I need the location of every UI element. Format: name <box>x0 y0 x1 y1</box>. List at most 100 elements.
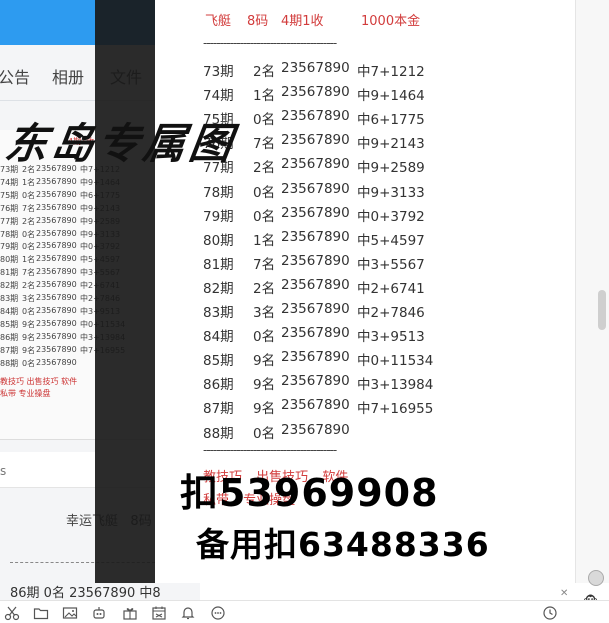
dark-overlay <box>95 0 155 583</box>
record-period: 85期 <box>203 353 234 370</box>
record-rank: 2名 <box>253 280 276 297</box>
record-nums: 23567890 <box>281 84 350 101</box>
record-rank: 0名 <box>253 329 276 346</box>
record-result: 中2+6741 <box>357 280 425 297</box>
mini-record-rank: 0名 <box>22 229 36 239</box>
mini-record-period: 87期 <box>0 345 19 355</box>
record-period: 79期 <box>203 208 234 225</box>
record-result: 中0+3792 <box>357 208 425 225</box>
record-nums: 23567890 <box>281 180 350 197</box>
mini-record-nums: 23567890 <box>36 280 77 290</box>
calendar-icon[interactable] <box>151 605 167 621</box>
mini-record-nums: 23567890 <box>36 305 77 315</box>
record-rank: 7名 <box>253 256 276 273</box>
record-rank: 0名 <box>253 112 276 129</box>
record-result: 中9+2143 <box>357 136 425 153</box>
record-nums: 23567890 <box>281 276 350 293</box>
record-nums: 23567890 <box>281 373 350 390</box>
record-result: 中9+3133 <box>357 184 425 201</box>
record-period: 87期 <box>203 401 234 418</box>
close-icon[interactable]: ✕ <box>560 588 568 599</box>
record-rank: 7名 <box>253 136 276 153</box>
chat-toolbar <box>0 600 609 623</box>
record-nums: 23567890 <box>281 156 350 173</box>
header-codes: 8码 <box>247 14 269 29</box>
mini-record-period: 88期 <box>0 358 19 368</box>
header-divider: ---------------------------------------- <box>203 36 337 50</box>
mini-record-nums: 23567890 <box>36 215 77 225</box>
mini-record-rank: 9名 <box>22 345 36 355</box>
mini-record-rank: 2名 <box>22 281 36 291</box>
mini-record-nums: 23567890 <box>36 202 77 212</box>
mini-record-period: 77期 <box>0 216 19 226</box>
record-rank: 9名 <box>253 401 276 418</box>
record-result: 中3+5567 <box>357 256 425 273</box>
image-icon[interactable] <box>62 605 78 621</box>
mini-record-nums: 23567890 <box>36 176 77 186</box>
mini-record-nums: 23567890 <box>36 344 77 354</box>
avatar[interactable] <box>588 570 604 586</box>
record-result: 中6+1775 <box>357 112 425 129</box>
record-result: 中0+11534 <box>357 353 434 370</box>
record-result: 中3+13984 <box>357 377 434 394</box>
mini-record-period: 82期 <box>0 281 19 291</box>
header-plan: 4期1收 <box>281 14 324 29</box>
edge-marker: s <box>0 464 7 478</box>
mini-footer-links-2: 私带 专业操盘 <box>0 389 51 398</box>
record-nums: 23567890 <box>281 325 350 342</box>
record-nums: 23567890 <box>281 397 350 414</box>
mini-record-rank: 0名 <box>22 358 36 368</box>
mini-record-period: 83期 <box>0 294 19 303</box>
gift-icon[interactable] <box>122 605 138 621</box>
record-period: 86期 <box>203 377 234 394</box>
watermark-contact-backup: 备用扣63488336 <box>196 525 490 564</box>
record-rank: 1名 <box>253 88 276 105</box>
record-result: 中7+16955 <box>357 401 434 418</box>
scissors-icon[interactable] <box>4 605 20 621</box>
record-nums: 23567890 <box>281 252 350 269</box>
mini-record-nums: 23567890 <box>36 318 77 328</box>
header-game: 飞艇 <box>205 14 232 29</box>
record-rank: 9名 <box>253 353 276 370</box>
robot-icon[interactable] <box>91 605 107 621</box>
mini-record-rank: 1名 <box>22 255 36 265</box>
mini-record-nums: 23567890 <box>36 293 77 302</box>
mini-record-rank: 0名 <box>22 242 36 252</box>
mini-record-rank: 0名 <box>22 190 36 200</box>
record-period: 82期 <box>203 280 234 297</box>
record-result: 中9+1464 <box>357 88 425 105</box>
scrollbar-thumb[interactable] <box>598 290 606 330</box>
record-nums: 23567890 <box>281 132 350 149</box>
record-period: 84期 <box>203 329 234 346</box>
record-nums: 23567890 <box>281 204 350 221</box>
tab-album[interactable]: 相册 <box>52 64 84 88</box>
record-period: 88期 <box>203 425 234 442</box>
record-rank: 0名 <box>253 208 276 225</box>
mini-record-period: 76期 <box>0 203 19 213</box>
bell-icon[interactable] <box>180 605 196 621</box>
record-period: 73期 <box>203 64 234 80</box>
mini-record-period: 75期 <box>0 190 19 200</box>
mini-record-rank: 2名 <box>22 216 36 226</box>
footer-divider: ---------------------------------------- <box>203 443 337 457</box>
record-period: 78期 <box>203 184 234 201</box>
record-nums: 23567890 <box>281 108 350 125</box>
mini-record-period: 74期 <box>0 177 19 187</box>
mini-record-period: 86期 <box>0 332 19 342</box>
record-result: 中9+2589 <box>357 160 425 177</box>
mini-record-period: 84期 <box>0 306 19 316</box>
mini-record-period: 79期 <box>0 242 19 252</box>
header-capital: 1000本金 <box>361 14 421 29</box>
record-nums: 23567890 <box>281 421 350 438</box>
watermark-title: 东岛专属图 <box>2 119 240 168</box>
clock-icon[interactable] <box>542 605 558 621</box>
mini-record-nums: 23567890 <box>36 228 77 238</box>
mini-record-rank: 7名 <box>22 268 36 278</box>
record-rank: 0名 <box>253 184 276 201</box>
chat-more-icon[interactable] <box>210 605 226 621</box>
record-nums: 23567890 <box>281 60 350 76</box>
mini-record-period: 81期 <box>0 268 19 278</box>
tab-announcement[interactable]: 公告 <box>0 64 30 88</box>
folder-icon[interactable] <box>33 605 49 621</box>
record-rank: 2名 <box>253 160 276 177</box>
